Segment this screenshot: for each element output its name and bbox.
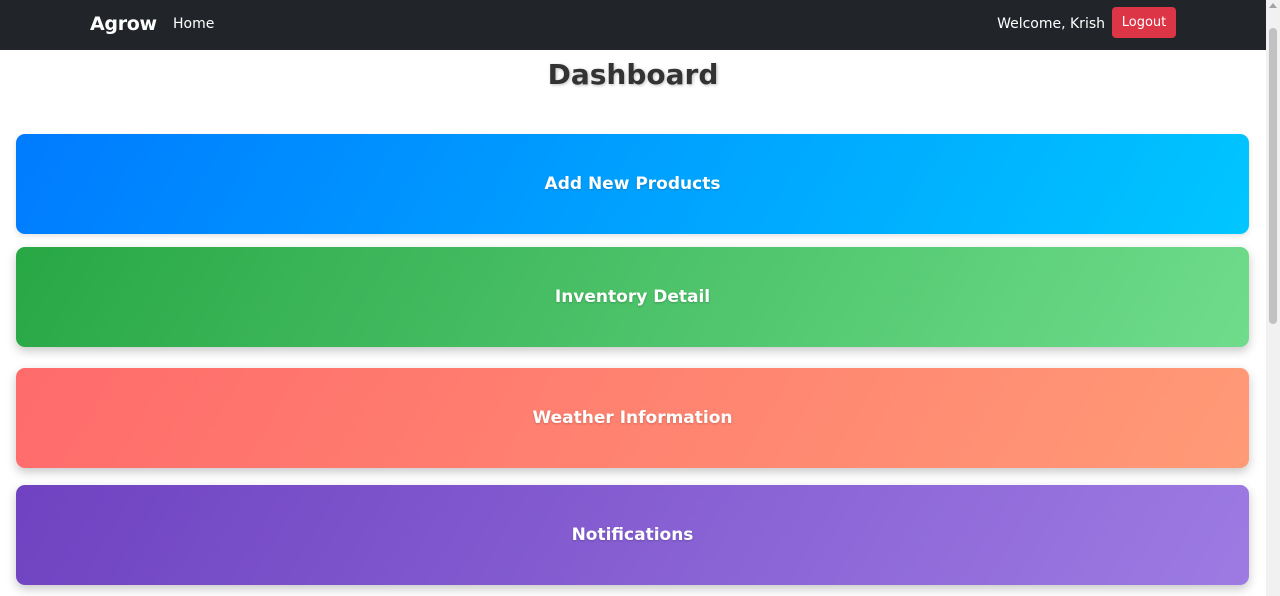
- vertical-scrollbar[interactable]: [1266, 0, 1280, 596]
- card-label: Weather Information: [532, 408, 733, 428]
- scrollbar-thumb[interactable]: [1269, 28, 1277, 324]
- top-navbar: Agrow Home Welcome, Krish Logout: [0, 0, 1266, 50]
- brand-logo-link[interactable]: Agrow: [90, 13, 157, 35]
- weather-information-card[interactable]: Weather Information: [16, 368, 1249, 468]
- notifications-card[interactable]: Notifications: [16, 485, 1249, 585]
- card-label: Notifications: [571, 525, 694, 545]
- welcome-message: Welcome, Krish: [997, 16, 1105, 32]
- scroll-up-arrow-icon[interactable]: [1269, 3, 1277, 8]
- card-label: Add New Products: [544, 174, 721, 194]
- inventory-detail-card[interactable]: Inventory Detail: [16, 247, 1249, 347]
- page-title: Dashboard: [547, 58, 719, 91]
- browser-viewport: Agrow Home Welcome, Krish Logout Dashboa…: [0, 0, 1280, 596]
- add-new-products-card[interactable]: Add New Products: [16, 134, 1249, 234]
- home-nav-link[interactable]: Home: [173, 16, 214, 32]
- logout-button[interactable]: Logout: [1112, 7, 1176, 38]
- card-label: Inventory Detail: [554, 287, 711, 307]
